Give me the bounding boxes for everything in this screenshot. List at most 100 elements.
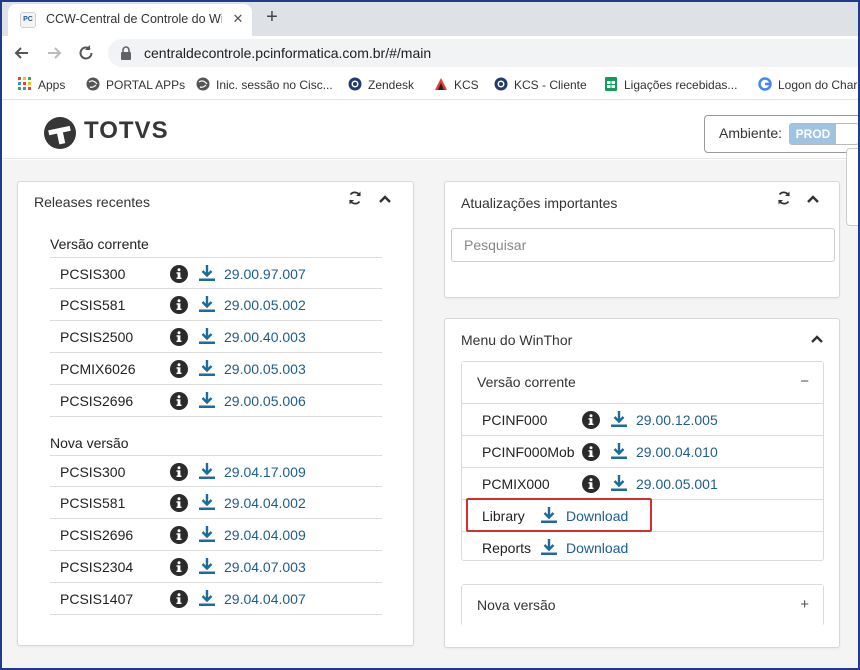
download-icon[interactable] xyxy=(198,493,216,511)
info-icon[interactable] xyxy=(170,265,188,283)
info-icon[interactable] xyxy=(170,558,188,576)
version-link[interactable]: 29.04.04.002 xyxy=(224,495,306,511)
bookmark-ligacoes[interactable]: Ligações recebidas... xyxy=(604,77,746,93)
forward-arrow-icon[interactable] xyxy=(44,43,64,63)
info-icon[interactable] xyxy=(170,526,188,544)
menu-new-subpanel[interactable]: Nova versão + xyxy=(461,584,824,627)
bookmark-portal-apps[interactable]: PORTAL APPs xyxy=(86,77,186,93)
menu-current-header[interactable]: Versão corrente − xyxy=(462,362,823,404)
bookmark-label: Inic. sessão no Cisc... xyxy=(216,78,333,92)
version-link[interactable]: 29.00.05.001 xyxy=(636,476,718,492)
version-link[interactable]: 29.00.05.003 xyxy=(224,361,306,377)
bookmark-apps[interactable]: Apps xyxy=(18,77,78,93)
ambiente-toggle[interactable]: PROD xyxy=(789,123,859,145)
bookmark-kcs[interactable]: KCS xyxy=(434,77,486,93)
updates-panel: Atualizações importantes xyxy=(444,181,840,298)
tab-close-icon[interactable]: ✕ xyxy=(230,11,246,27)
module-name: PCSIS2696 xyxy=(60,393,134,409)
reports-download-link[interactable]: Download xyxy=(566,540,628,556)
download-icon[interactable] xyxy=(198,295,216,313)
library-name: Library xyxy=(482,508,525,524)
library-download-link[interactable]: Download xyxy=(566,508,628,524)
version-link[interactable]: 29.00.05.006 xyxy=(224,393,306,409)
menu-current-title: Versão corrente xyxy=(477,374,576,390)
ambiente-box: Ambiente: PROD xyxy=(704,115,860,153)
collapse-chevron-up-icon[interactable] xyxy=(809,331,825,347)
version-link[interactable]: 29.04.04.009 xyxy=(224,527,306,543)
info-icon[interactable] xyxy=(170,328,188,346)
tab-title: CCW-Central de Controle do WinThor xyxy=(46,12,222,26)
bookmark-cisco[interactable]: Inic. sessão no Cisc... xyxy=(196,77,338,93)
version-link[interactable]: 29.00.12.005 xyxy=(636,412,718,428)
address-bar[interactable]: centraldecontrole.pcinformatica.com.br/#… xyxy=(108,39,860,67)
version-link[interactable]: 29.04.04.007 xyxy=(224,591,306,607)
version-link[interactable]: 29.04.07.003 xyxy=(224,559,306,575)
side-panel-edge[interactable] xyxy=(846,148,860,226)
main-content: Releases recentes Versão corrente PCSIS3… xyxy=(2,160,858,668)
release-row: PCINF000 29.00.12.005 xyxy=(462,404,823,436)
release-row: PCSIS2304 29.04.07.003 xyxy=(50,551,382,583)
menu-panel: Menu do WinThor Versão corrente − PCINF0… xyxy=(444,318,840,648)
bookmark-label: PORTAL APPs xyxy=(106,78,186,92)
menu-new-title: Nova versão xyxy=(477,597,556,613)
module-name: PCSIS581 xyxy=(60,297,126,313)
collapse-minus-icon[interactable]: − xyxy=(800,373,809,390)
download-icon[interactable] xyxy=(610,410,628,428)
menu-new-header[interactable]: Nova versão + xyxy=(462,585,823,627)
download-icon[interactable] xyxy=(540,506,558,524)
refresh-icon[interactable] xyxy=(347,190,363,206)
info-icon[interactable] xyxy=(170,296,188,314)
download-icon[interactable] xyxy=(610,442,628,460)
bookmark-kcs-cliente[interactable]: KCS - Cliente xyxy=(494,77,592,93)
download-icon[interactable] xyxy=(198,327,216,345)
info-icon[interactable] xyxy=(582,475,600,493)
download-icon[interactable] xyxy=(540,538,558,556)
info-icon[interactable] xyxy=(582,443,600,461)
browser-tab[interactable]: PC CCW-Central de Controle do WinThor ✕ xyxy=(8,4,252,36)
refresh-icon[interactable] xyxy=(776,190,792,206)
download-icon[interactable] xyxy=(198,359,216,377)
info-icon[interactable] xyxy=(170,463,188,481)
expand-plus-icon[interactable]: + xyxy=(800,596,809,613)
module-name: PCSIS300 xyxy=(60,464,126,480)
google-icon xyxy=(758,77,772,91)
module-name: PCMIX6026 xyxy=(60,361,136,377)
download-icon[interactable] xyxy=(198,462,216,480)
releases-title: Releases recentes xyxy=(34,194,150,210)
library-row: Library Download xyxy=(462,500,823,532)
ambiente-value: PROD xyxy=(790,124,836,144)
search-input[interactable] xyxy=(452,229,834,261)
bookmarks-bar: Apps PORTAL APPs Inic. sessão no Cisc...… xyxy=(0,70,860,100)
info-icon[interactable] xyxy=(170,392,188,410)
module-name: PCINF000Mob xyxy=(482,444,575,460)
version-link[interactable]: 29.00.05.002 xyxy=(224,297,306,313)
info-icon[interactable] xyxy=(582,411,600,429)
release-row: PCSIS300 29.00.97.007 xyxy=(50,257,382,289)
module-name: PCSIS2304 xyxy=(60,559,134,575)
download-icon[interactable] xyxy=(198,264,216,282)
version-link[interactable]: 29.00.97.007 xyxy=(224,266,306,282)
collapse-chevron-up-icon[interactable] xyxy=(805,191,821,207)
download-icon[interactable] xyxy=(198,589,216,607)
version-link[interactable]: 29.00.40.003 xyxy=(224,329,306,345)
collapse-chevron-up-icon[interactable] xyxy=(377,191,393,207)
bookmark-logon[interactable]: Logon do Char xyxy=(758,77,858,93)
download-icon[interactable] xyxy=(198,525,216,543)
bookmark-zendesk[interactable]: Zendesk xyxy=(348,77,422,93)
download-icon[interactable] xyxy=(610,474,628,492)
releases-panel: Releases recentes Versão corrente PCSIS3… xyxy=(17,181,414,646)
reload-icon[interactable] xyxy=(76,43,96,63)
info-icon[interactable] xyxy=(170,494,188,512)
version-link[interactable]: 29.04.17.009 xyxy=(224,464,306,480)
releases-new-title: Nova versão xyxy=(50,435,129,451)
info-icon[interactable] xyxy=(170,360,188,378)
bookmark-label: Ligações recebidas... xyxy=(624,78,738,92)
bookmark-label: Zendesk xyxy=(368,78,415,92)
version-link[interactable]: 29.00.04.010 xyxy=(636,444,718,460)
download-icon[interactable] xyxy=(198,391,216,409)
info-icon[interactable] xyxy=(170,590,188,608)
back-arrow-icon[interactable] xyxy=(12,43,32,63)
app-header: TOTVS Ambiente: PROD xyxy=(2,101,860,159)
new-tab-button[interactable]: + xyxy=(262,7,282,27)
download-icon[interactable] xyxy=(198,557,216,575)
